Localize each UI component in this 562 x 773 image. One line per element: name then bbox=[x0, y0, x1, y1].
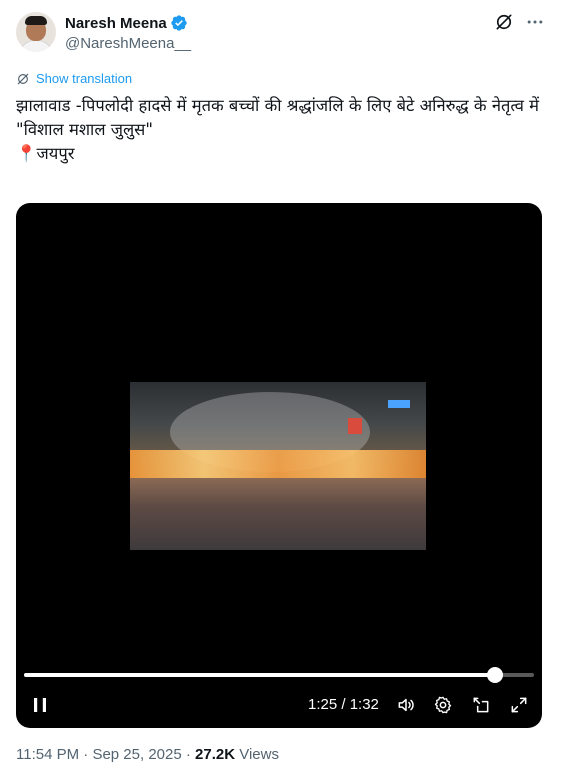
author-name-line: Naresh Meena bbox=[65, 14, 188, 32]
video-frame-sign-red bbox=[348, 418, 362, 434]
show-translation-label[interactable]: Show translation bbox=[36, 71, 132, 86]
video-progress-fill bbox=[24, 673, 496, 677]
volume-icon[interactable] bbox=[396, 695, 416, 715]
video-frame-torches bbox=[130, 450, 426, 478]
views-count: 27.2K bbox=[195, 746, 236, 763]
fullscreen-icon[interactable] bbox=[509, 695, 529, 715]
video-timecode: 1:25 / 1:32 bbox=[308, 696, 379, 713]
translate-icon bbox=[17, 73, 29, 84]
avatar-hair bbox=[25, 16, 47, 25]
pause-icon[interactable] bbox=[30, 695, 50, 715]
meta-separator: · bbox=[185, 746, 191, 763]
more-options-icon[interactable] bbox=[525, 12, 545, 32]
tweet-header: Naresh Meena @NareshMeena__ bbox=[0, 0, 562, 64]
video-progress-thumb[interactable] bbox=[487, 667, 504, 683]
avatar-shirt bbox=[20, 40, 52, 52]
verified-badge-icon bbox=[171, 15, 187, 31]
video-frame-sign bbox=[388, 400, 410, 408]
views-label: Views bbox=[239, 746, 279, 763]
show-translation-link[interactable]: Show translation bbox=[16, 71, 132, 86]
meta-separator: · bbox=[83, 746, 89, 763]
tweet-date[interactable]: Sep 25, 2025 bbox=[92, 746, 181, 763]
grok-icon[interactable] bbox=[494, 12, 514, 32]
author-name[interactable]: Naresh Meena bbox=[65, 15, 167, 32]
tweet-time[interactable]: 11:54 PM bbox=[16, 746, 79, 763]
author-handle[interactable]: @NareshMeena__ bbox=[65, 35, 191, 52]
tweet-text: झालावाड -पिपलोदी हादसे में मृतक बच्चों क… bbox=[16, 96, 540, 163]
tweet-metadata: 11:54 PM · Sep 25, 2025 · 27.2K Views bbox=[16, 746, 279, 763]
video-progress-bar[interactable] bbox=[24, 667, 534, 683]
gear-icon[interactable] bbox=[433, 695, 453, 715]
video-player[interactable]: 1:25 / 1:32 bbox=[16, 203, 542, 728]
picture-in-picture-icon[interactable] bbox=[471, 695, 491, 715]
video-frame-crowd bbox=[130, 478, 426, 550]
video-frame[interactable] bbox=[130, 382, 426, 550]
avatar[interactable] bbox=[16, 12, 56, 52]
